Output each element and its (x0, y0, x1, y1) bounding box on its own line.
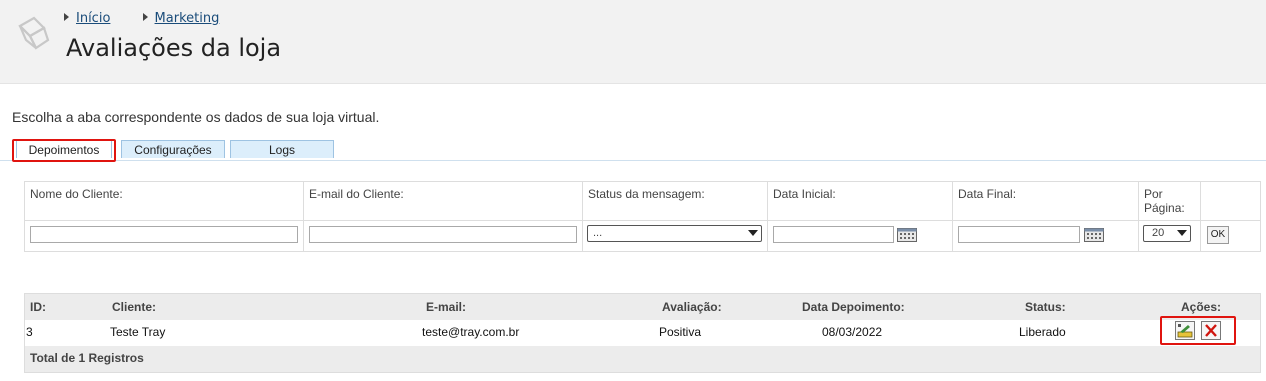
total-registros: Total de 1 Registros (30, 351, 144, 365)
filter-data-inicial-cell: Data Inicial: (768, 182, 953, 251)
table-footer: Total de 1 Registros (25, 346, 1260, 372)
col-data-depoimento: Data Depoimento: (802, 300, 905, 314)
por-pagina-value: 20 (1152, 227, 1165, 239)
nome-cliente-input[interactable] (30, 226, 298, 243)
cell-cliente: Teste Tray (110, 325, 166, 339)
col-email: E-mail: (426, 300, 467, 314)
filter-status-cell: Status da mensagem: ... (583, 182, 768, 251)
status-mensagem-select[interactable]: ... (587, 225, 762, 242)
table-row: 3 Teste Tray teste@tray.com.br Positiva … (25, 320, 1260, 346)
cell-status: Liberado (1019, 325, 1066, 339)
delete-icon (1205, 324, 1217, 337)
por-label: Por (1144, 187, 1163, 201)
col-avaliacao: Avaliação: (662, 300, 722, 314)
calendar-icon[interactable] (897, 228, 917, 242)
tab-configuracoes[interactable]: Configurações (121, 140, 225, 158)
cell-email: teste@tray.com.br (422, 325, 520, 339)
edit-button[interactable] (1175, 321, 1195, 340)
filter-por-pagina-cell: Por Página: 20 (1139, 182, 1201, 251)
highlight-box-actions (1160, 316, 1236, 345)
page-header: Início Marketing Avaliações da loja (0, 0, 1266, 84)
filter-status-label: Status da mensagem: (588, 187, 705, 201)
cell-data: 08/03/2022 (822, 325, 883, 339)
breadcrumb-link-marketing[interactable]: Marketing (155, 11, 220, 26)
filter-email-label: E-mail do Cliente: (309, 187, 404, 201)
col-cliente: Cliente: (112, 300, 157, 314)
filter-nome-label: Nome do Cliente: (30, 187, 123, 201)
tab-logs[interactable]: Logs (230, 140, 334, 158)
por-pagina-select[interactable]: 20 (1143, 225, 1191, 242)
highlight-box-tab (12, 139, 116, 162)
page-title: Avaliações da loja (66, 34, 282, 62)
edit-icon (1177, 324, 1193, 338)
col-acoes: Ações: (1181, 300, 1222, 314)
filter-data-inicial-label: Data Inicial: (773, 187, 836, 201)
ok-button[interactable]: OK (1207, 226, 1229, 244)
breadcrumb-item-marketing: Marketing (142, 11, 220, 26)
calendar-icon[interactable] (1084, 228, 1104, 242)
filter-por-pagina-label: Por Página: (1144, 187, 1185, 215)
breadcrumb: Início Marketing (64, 11, 247, 26)
intro-text: Escolha a aba correspondente os dados de… (12, 109, 380, 125)
status-select-value: ... (593, 227, 603, 239)
results-table: ID: Cliente: E-mail: Avaliação: Data Dep… (24, 293, 1261, 373)
filter-panel: Nome do Cliente: E-mail do Cliente: Stat… (24, 181, 1261, 252)
filter-email-cell: E-mail do Cliente: (304, 182, 583, 251)
cell-avaliacao: Positiva (659, 325, 702, 339)
chevron-down-icon (1177, 230, 1187, 236)
data-inicial-input[interactable] (773, 226, 894, 243)
breadcrumb-link-inicio[interactable]: Início (76, 11, 110, 26)
data-final-input[interactable] (958, 226, 1080, 243)
box-outline-icon (18, 16, 50, 50)
filter-data-final-label: Data Final: (958, 187, 1017, 201)
col-id: ID: (30, 300, 46, 314)
chevron-down-icon (748, 230, 758, 236)
pagina-label: Página: (1144, 201, 1185, 215)
delete-button[interactable] (1201, 321, 1221, 340)
triangle-right-icon (142, 13, 148, 21)
table-header: ID: Cliente: E-mail: Avaliação: Data Dep… (25, 294, 1260, 320)
col-status: Status: (1025, 300, 1066, 314)
triangle-right-icon (64, 13, 69, 21)
filter-ok-cell: OK (1201, 182, 1260, 251)
email-cliente-input[interactable] (309, 226, 577, 243)
filter-data-final-cell: Data Final: (953, 182, 1139, 251)
tab-bar: Depoimentos Configurações Logs (0, 139, 1266, 161)
breadcrumb-item-inicio: Início (64, 11, 110, 26)
cell-id: 3 (26, 325, 33, 339)
filter-nome-cell: Nome do Cliente: (25, 182, 304, 251)
